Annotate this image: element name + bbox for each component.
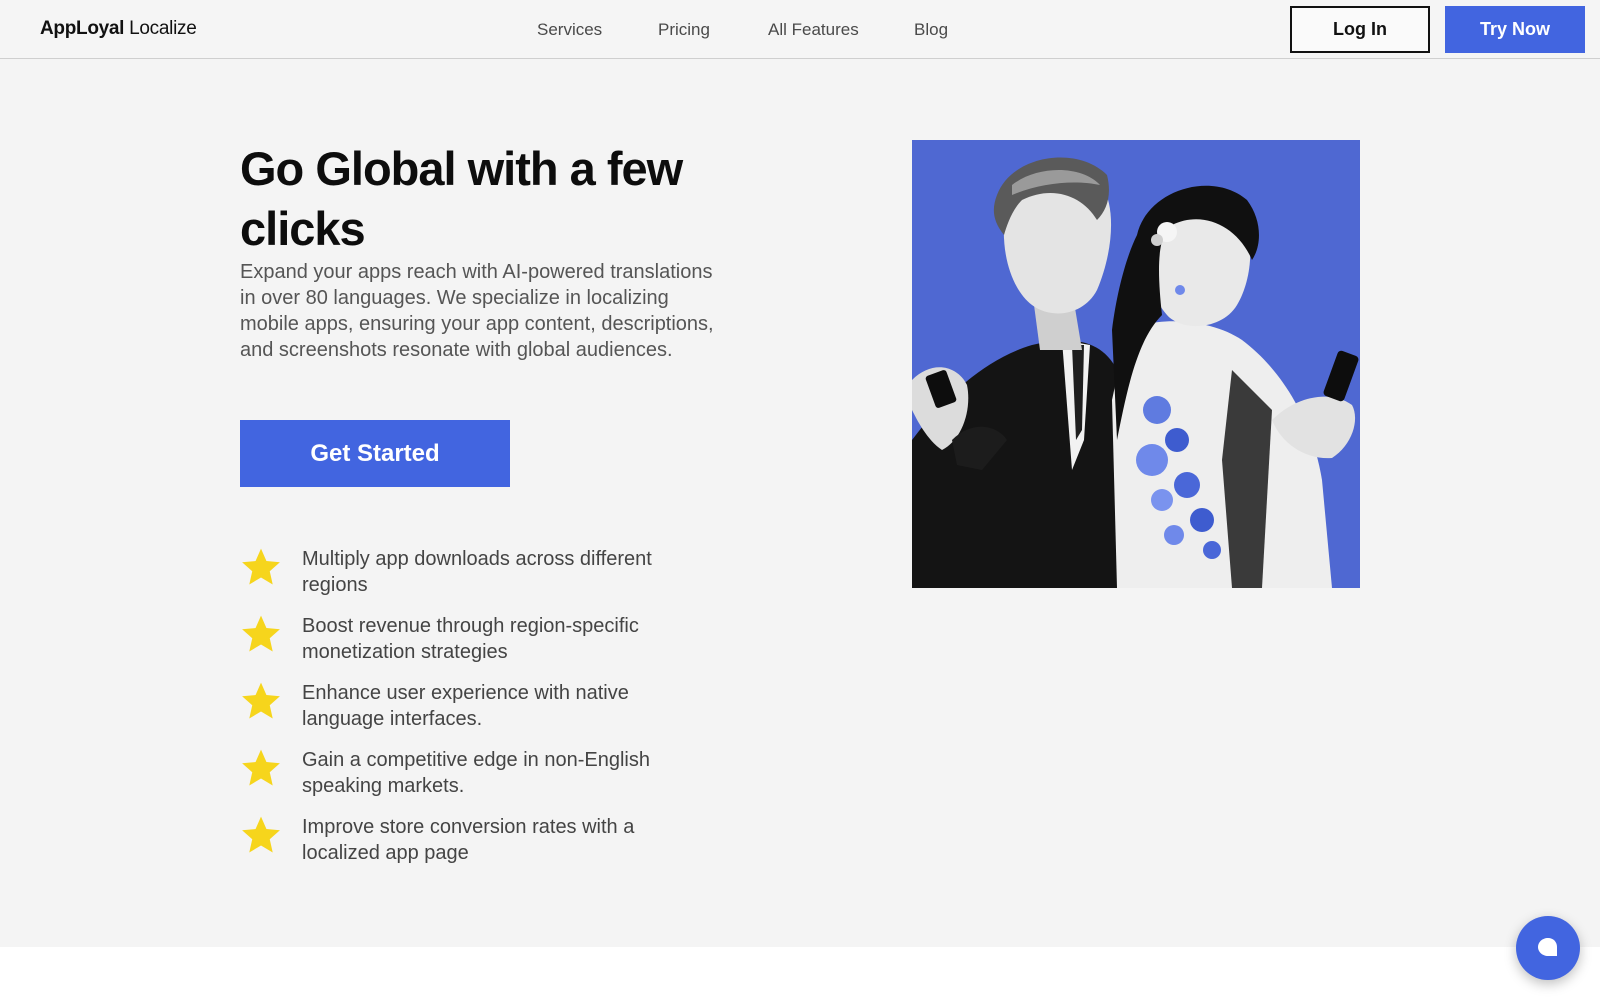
- hero-section: Go Global with a few clicks Expand your …: [0, 59, 1600, 947]
- nav-link-pricing[interactable]: Pricing: [658, 20, 710, 40]
- star-icon: [242, 548, 280, 585]
- top-navbar: AppLoyal Localize Services Pricing All F…: [0, 0, 1600, 59]
- star-icon: [242, 615, 280, 652]
- nav-link-services[interactable]: Services: [537, 20, 602, 40]
- benefit-text: Gain a competitive edge in non-English s…: [302, 749, 650, 797]
- get-started-button[interactable]: Get Started: [240, 420, 510, 487]
- benefit-item: Enhance user experience with native lang…: [240, 680, 720, 747]
- star-icon: [242, 682, 280, 719]
- chat-button[interactable]: [1516, 916, 1580, 980]
- benefit-text: Enhance user experience with native lang…: [302, 682, 629, 730]
- benefit-text: Improve store conversion rates with a lo…: [302, 816, 635, 864]
- try-now-button[interactable]: Try Now: [1445, 6, 1585, 53]
- benefit-text: Multiply app downloads across different …: [302, 548, 652, 596]
- star-icon: [242, 749, 280, 786]
- star-icon: [242, 816, 280, 853]
- hero-illustration: [912, 140, 1360, 588]
- benefit-text: Boost revenue through region-specific mo…: [302, 615, 639, 663]
- benefit-item: Multiply app downloads across different …: [240, 546, 720, 613]
- nav-link-all-features[interactable]: All Features: [768, 20, 859, 40]
- benefit-item: Gain a competitive edge in non-English s…: [240, 747, 720, 814]
- chat-bubble-icon: [1538, 938, 1557, 956]
- illustration-people-with-phones-icon: [912, 140, 1360, 588]
- nav-link-blog[interactable]: Blog: [914, 20, 948, 40]
- hero-subtitle: Expand your apps reach with AI-powered t…: [240, 261, 714, 361]
- benefit-item: Improve store conversion rates with a lo…: [240, 814, 720, 881]
- login-button[interactable]: Log In: [1290, 6, 1430, 53]
- benefit-item: Boost revenue through region-specific mo…: [240, 613, 720, 680]
- benefits-list: Multiply app downloads across different …: [240, 546, 720, 881]
- hero-headline: Go Global with a few clicks: [240, 142, 683, 255]
